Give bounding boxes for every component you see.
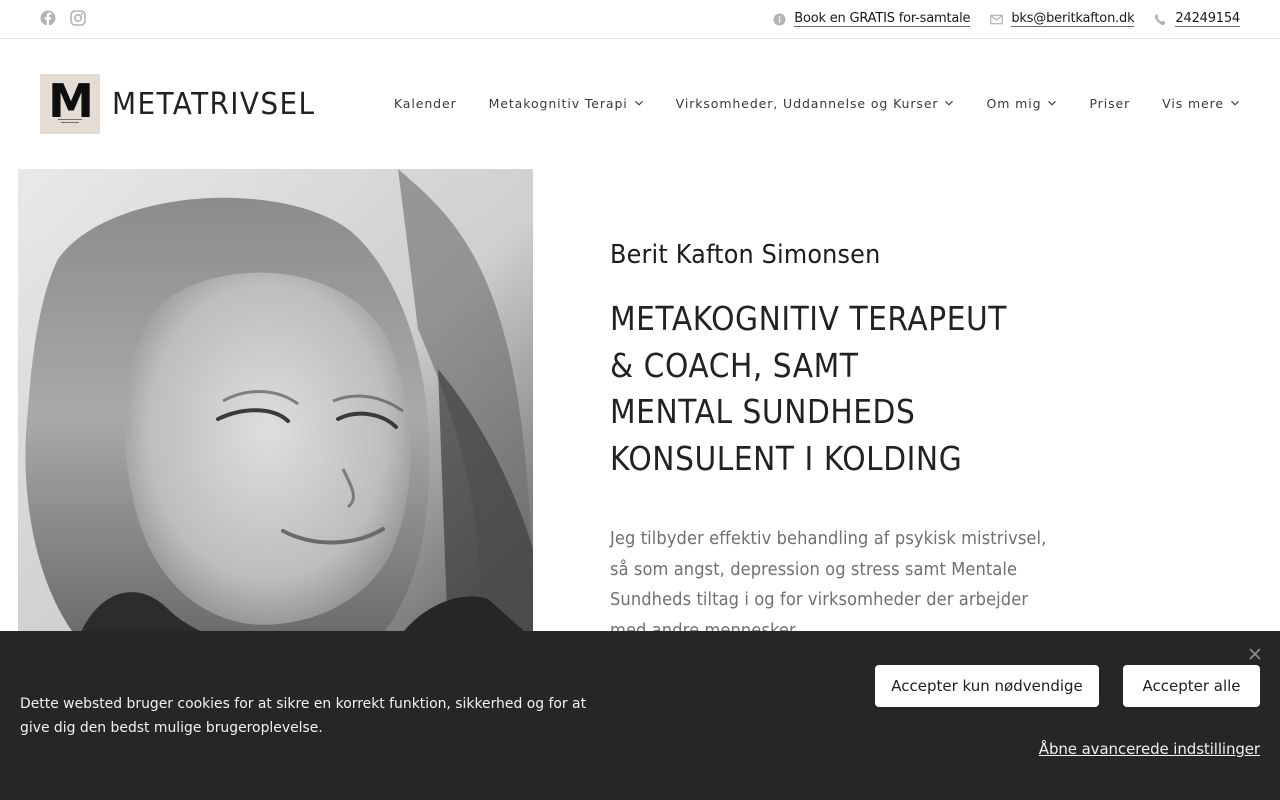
cookie-banner: Dette websted bruger cookies for at sikr… xyxy=(0,631,1280,800)
contact-booking: Book en GRATIS for-samtale xyxy=(773,11,971,27)
cookie-text: Dette websted bruger cookies for at sikr… xyxy=(20,696,587,736)
accept-all-button[interactable]: Accepter alle xyxy=(1123,665,1260,707)
portrait-photo xyxy=(18,169,533,639)
hero-intro: Jeg tilbyder effektiv behandling af psyk… xyxy=(610,529,1047,641)
nav-item-label: Virksomheder, Uddannelse og Kurser xyxy=(675,95,939,111)
nav-item-label: Vis mere xyxy=(1162,95,1224,111)
advanced-settings-link[interactable]: Åbne avancerede indstillinger xyxy=(1039,740,1260,758)
facebook-icon[interactable] xyxy=(40,10,56,26)
contact-phone: 24249154 xyxy=(1154,11,1240,27)
social-links xyxy=(40,10,86,26)
nav-item-priser[interactable]: Priser xyxy=(1073,96,1146,111)
booking-link[interactable]: Book en GRATIS for-samtale xyxy=(794,11,971,27)
contact-email: bks@beritkafton.dk xyxy=(990,11,1135,27)
site-logo[interactable]: M METATRIVSEL xyxy=(40,74,331,134)
nav-item-vis-mere[interactable]: Vis mere xyxy=(1146,96,1240,111)
nav-item-label: Metakognitiv Terapi xyxy=(488,95,628,111)
logo-mark: M xyxy=(40,74,100,134)
instagram-icon[interactable] xyxy=(70,10,86,26)
close-icon[interactable] xyxy=(1248,647,1262,661)
main-nav: Kalender Metakognitiv Terapi Virksomhede… xyxy=(378,88,1240,118)
info-icon xyxy=(773,13,786,25)
email-link[interactable]: bks@beritkafton.dk xyxy=(1011,11,1135,27)
mail-icon xyxy=(990,14,1004,24)
chevron-down-icon xyxy=(1048,100,1057,106)
top-bar: Book en GRATIS for-samtale bks@beritkaft… xyxy=(0,0,1280,39)
nav-item-metakognitiv-terapi[interactable]: Metakognitiv Terapi xyxy=(473,96,660,111)
nav-item-virksomheder[interactable]: Virksomheder, Uddannelse og Kurser xyxy=(660,96,971,111)
nav-item-kalender[interactable]: Kalender xyxy=(378,96,473,111)
phone-link[interactable]: 24249154 xyxy=(1175,11,1240,27)
chevron-down-icon xyxy=(1231,100,1239,106)
nav-item-label: Priser xyxy=(1089,95,1131,111)
nav-item-label: Om mig xyxy=(986,95,1042,111)
phone-icon xyxy=(1155,13,1166,25)
nav-item-label: Kalender xyxy=(393,95,457,111)
accept-necessary-button[interactable]: Accepter kun nødvendige xyxy=(875,665,1099,707)
chevron-down-icon xyxy=(634,100,643,106)
hero-name: Berit Kafton Simonsen xyxy=(610,240,881,270)
logo-text: METATRIVSEL xyxy=(112,86,316,122)
nav-item-om-mig[interactable]: Om mig xyxy=(970,96,1073,111)
hero-headline: METAKOGNITIV TERAPEUT & COACH, SAMT MENT… xyxy=(610,299,1007,478)
contact-links: Book en GRATIS for-samtale bks@beritkaft… xyxy=(773,0,1240,38)
chevron-down-icon xyxy=(945,100,954,106)
